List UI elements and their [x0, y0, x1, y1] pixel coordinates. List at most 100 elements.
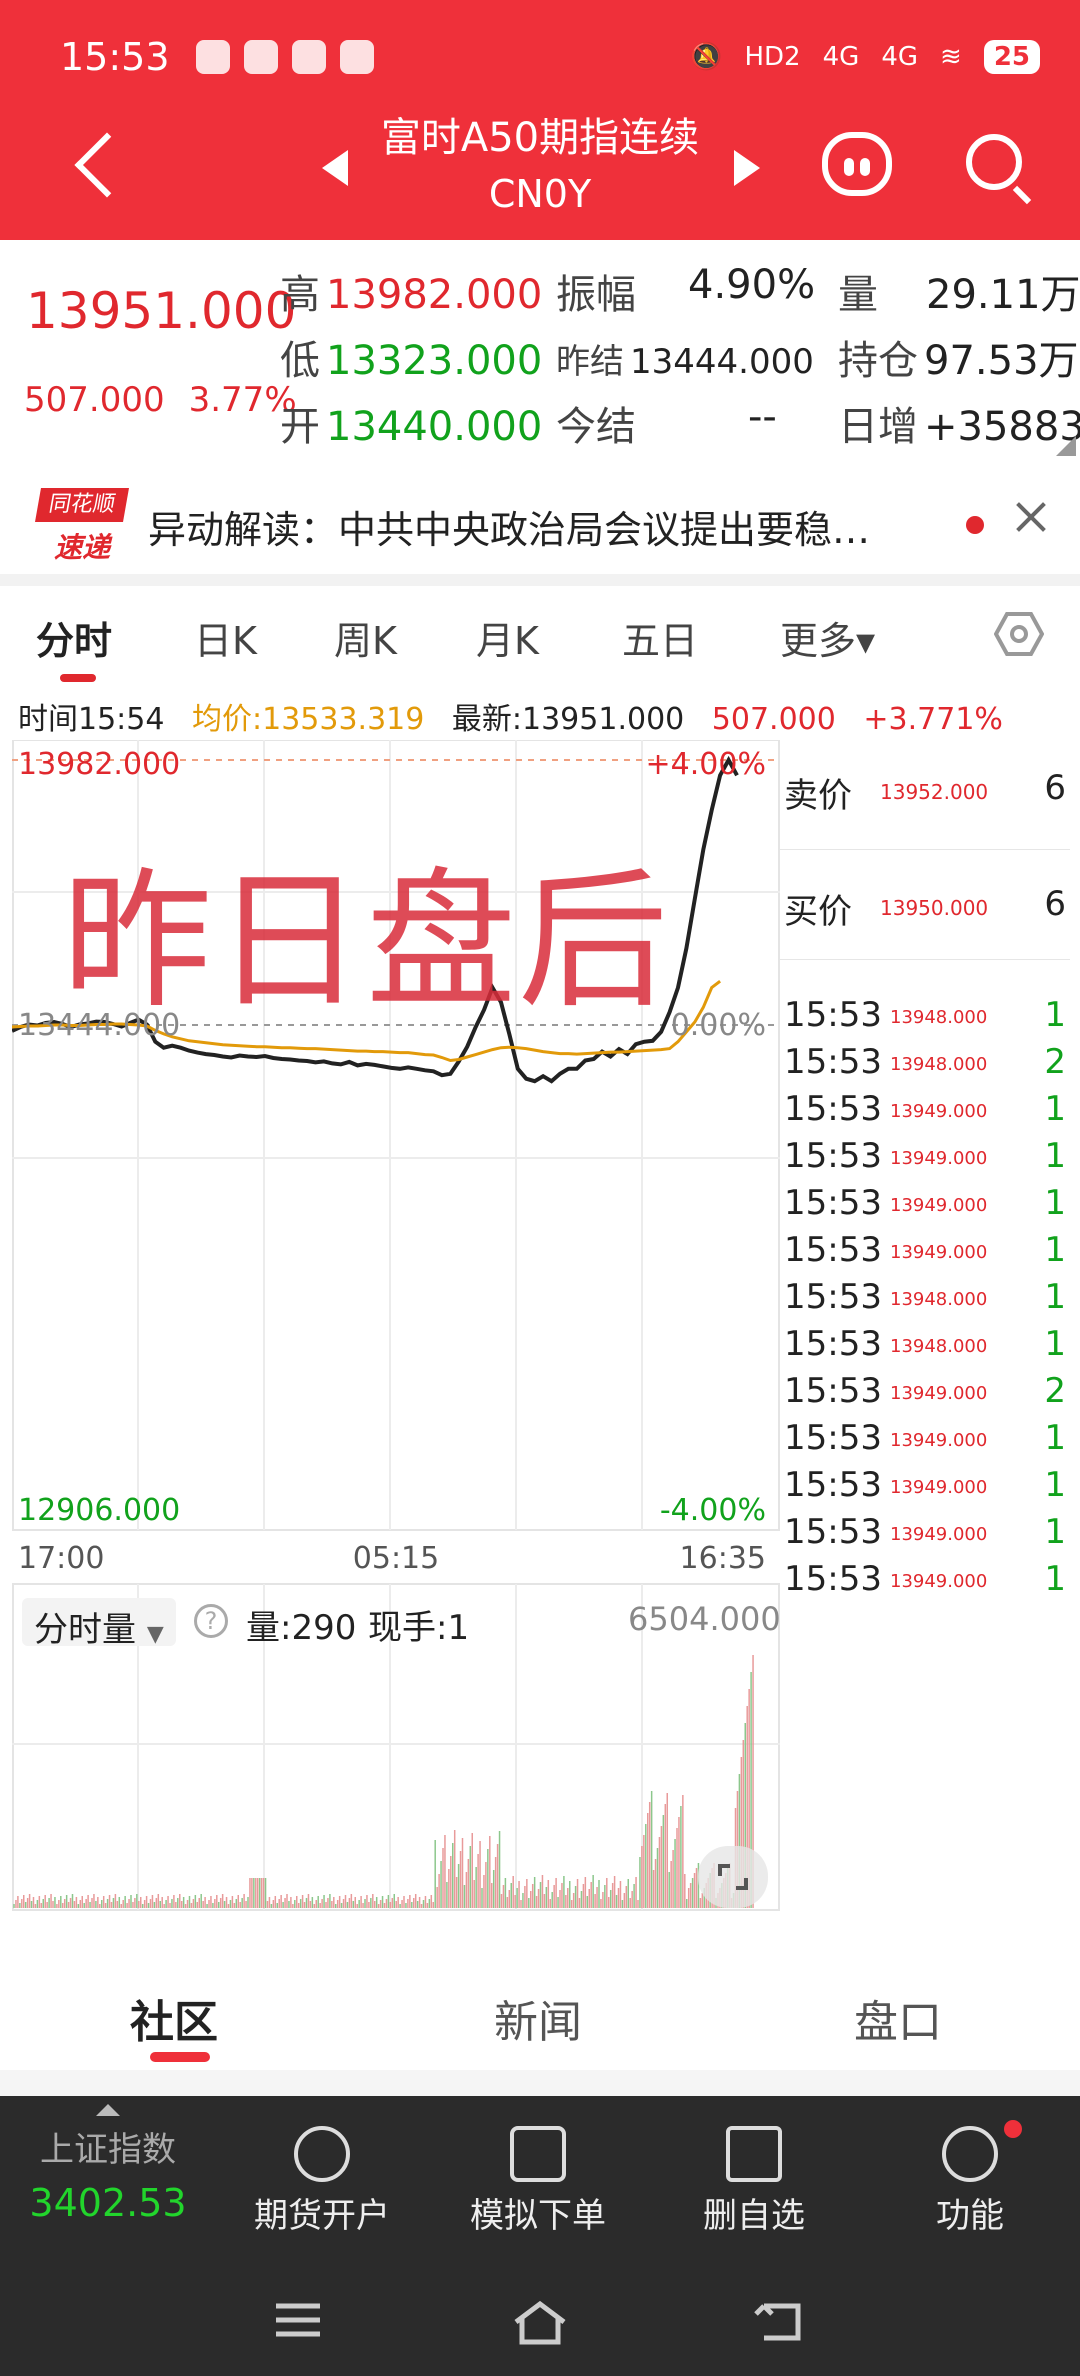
trade-time: 15:53	[784, 1277, 882, 1317]
y-label-mid-pct: 0.00%	[671, 1008, 766, 1043]
settings-icon[interactable]	[994, 612, 1044, 656]
expand-corner-icon[interactable]	[1056, 436, 1076, 456]
trade-row: 15:53 13948.000 2	[784, 1042, 1074, 1088]
last-price: 13951.000	[26, 282, 297, 340]
back-button[interactable]	[70, 130, 120, 200]
x-tick-label: 05:15	[353, 1541, 439, 1576]
open-interest-value: 97.53万	[924, 338, 1079, 384]
change-value: 507.000	[24, 380, 165, 420]
trade-row: 15:53 13949.000 1	[784, 1136, 1074, 1182]
help-icon[interactable]: ?	[194, 1604, 228, 1638]
tab-intraday[interactable]: 分时	[36, 610, 112, 665]
trade-row: 15:53 13949.000 1	[784, 1089, 1074, 1135]
tab-weekly-k[interactable]: 周K	[334, 610, 397, 665]
current-hand: 现手:1	[368, 1608, 470, 1648]
close-icon[interactable]	[1016, 502, 1046, 532]
trade-row: 15:53 13949.000 1	[784, 1512, 1074, 1558]
volume-type-select[interactable]: 分时量 ▼	[22, 1598, 176, 1650]
news-ticker[interactable]: 同花顺 速递 异动解读：中共中央政治局会议提出要稳…	[0, 478, 1080, 574]
wifi-icon: ≋	[940, 42, 962, 72]
trade-price: 13948.000	[890, 1054, 988, 1075]
info-latest: 最新:13951.000	[451, 702, 685, 737]
trade-volume: 1	[1044, 1089, 1066, 1129]
trade-time: 15:53	[784, 1230, 882, 1270]
trade-price: 13949.000	[890, 1242, 988, 1263]
index-value: 3402.53	[29, 2181, 187, 2225]
next-instrument-button[interactable]	[734, 150, 760, 186]
open-interest-cell: 持仓 97.53万	[838, 338, 1079, 384]
functions-button[interactable]: 功能	[870, 2116, 1070, 2237]
futures-icon	[294, 2126, 350, 2182]
ask-row[interactable]: 卖价 13952.000 6	[780, 740, 1070, 850]
trade-price: 13948.000	[890, 1007, 988, 1028]
trade-price: 13949.000	[890, 1430, 988, 1451]
signal-hd-icon: HD2	[744, 42, 801, 72]
trade-time: 15:53	[784, 995, 882, 1035]
news-headline[interactable]: 异动解读：中共中央政治局会议提出要稳…	[148, 499, 968, 554]
chevron-down-icon: ▼	[146, 1622, 164, 1647]
trade-time: 15:53	[784, 1371, 882, 1411]
ask-label: 卖价	[784, 776, 852, 816]
menu-circle-icon	[942, 2126, 998, 2182]
tab-five-day[interactable]: 五日	[622, 610, 698, 665]
tab-community[interactable]: 社区	[130, 1986, 218, 2050]
document-icon	[510, 2126, 566, 2182]
ask-volume: 6	[1044, 768, 1066, 808]
divider	[0, 2070, 1080, 2096]
status-time: 15:53	[60, 35, 170, 79]
tab-news[interactable]: 新闻	[494, 1986, 582, 2050]
high-cell: 高 13982.000	[280, 272, 543, 318]
trade-volume: 1	[1044, 1277, 1066, 1317]
volume-value: 29.11万	[926, 272, 1080, 318]
assistant-robot-icon[interactable]	[822, 132, 892, 196]
info-change-pct: +3.771%	[863, 702, 1003, 737]
tab-daily-k[interactable]: 日K	[194, 610, 257, 665]
trade-price: 13949.000	[890, 1195, 988, 1216]
bid-price: 13950.000	[880, 896, 989, 920]
trade-row: 15:53 13948.000 1	[784, 1324, 1074, 1370]
trade-volume: 1	[1044, 1418, 1066, 1458]
trade-volume: 1	[1044, 1559, 1066, 1599]
fullscreen-icon[interactable]	[698, 1846, 768, 1908]
tab-handicap[interactable]: 盘口	[854, 1986, 942, 2050]
high-value: 13982.000	[326, 272, 543, 318]
trade-price: 13948.000	[890, 1289, 988, 1310]
amplitude-cell: 振幅	[556, 272, 636, 318]
chart-info-line: 时间15:54 均价:13533.319 最新:13951.000 507.00…	[18, 694, 1021, 738]
simulate-order-button[interactable]: 模拟下单	[438, 2116, 638, 2237]
futures-account-button[interactable]: 期货开户	[222, 2116, 422, 2237]
back-nav-icon[interactable]	[752, 2298, 808, 2346]
trade-row: 15:53 13949.000 1	[784, 1559, 1074, 1605]
bid-row[interactable]: 买价 13950.000 6	[780, 850, 1070, 960]
y-label-top: 13982.000	[18, 747, 180, 782]
y-label-bottom-pct: -4.00%	[660, 1493, 766, 1528]
search-icon[interactable]	[966, 134, 1022, 190]
menu-icon[interactable]	[272, 2298, 324, 2342]
bid-label: 买价	[784, 892, 852, 932]
trade-row: 15:53 13949.000 2	[784, 1371, 1074, 1417]
index-widget[interactable]: 上证指数 3402.53	[8, 2104, 208, 2225]
trade-price: 13949.000	[890, 1524, 988, 1545]
active-tab-indicator	[60, 674, 96, 682]
trade-time: 15:53	[784, 1465, 882, 1505]
prev-settle-cell: 昨结 13444.000	[556, 342, 814, 382]
amplitude-value: 4.90%	[688, 262, 816, 308]
home-icon[interactable]	[510, 2298, 570, 2348]
signal-4g-icon: 4G	[881, 42, 919, 72]
trade-price: 13948.000	[890, 1336, 988, 1357]
tab-monthly-k[interactable]: 月K	[476, 610, 539, 665]
tab-more[interactable]: 更多▾	[780, 610, 875, 665]
trade-row: 15:53 13949.000 1	[784, 1183, 1074, 1229]
trade-price: 13949.000	[890, 1477, 988, 1498]
trade-price: 13949.000	[890, 1148, 988, 1169]
chart-tabs: 分时 日K 周K 月K 五日 更多▾	[0, 600, 1080, 680]
status-bar: 15:53 🔕 HD2 4G 4G ≋ 25	[60, 32, 1040, 82]
top-header: 15:53 🔕 HD2 4G 4G ≋ 25 富时A50期指连续 CN0Y	[0, 0, 1080, 240]
prev-instrument-button[interactable]	[322, 150, 348, 186]
trade-volume: 1	[1044, 1230, 1066, 1270]
trade-time: 15:53	[784, 1089, 882, 1129]
status-right: 🔕 HD2 4G 4G ≋ 25	[690, 40, 1040, 74]
x-tick-label: 16:35	[680, 1541, 766, 1576]
remove-watchlist-button[interactable]: 删自选	[654, 2116, 854, 2237]
trade-volume: 2	[1044, 1371, 1066, 1411]
